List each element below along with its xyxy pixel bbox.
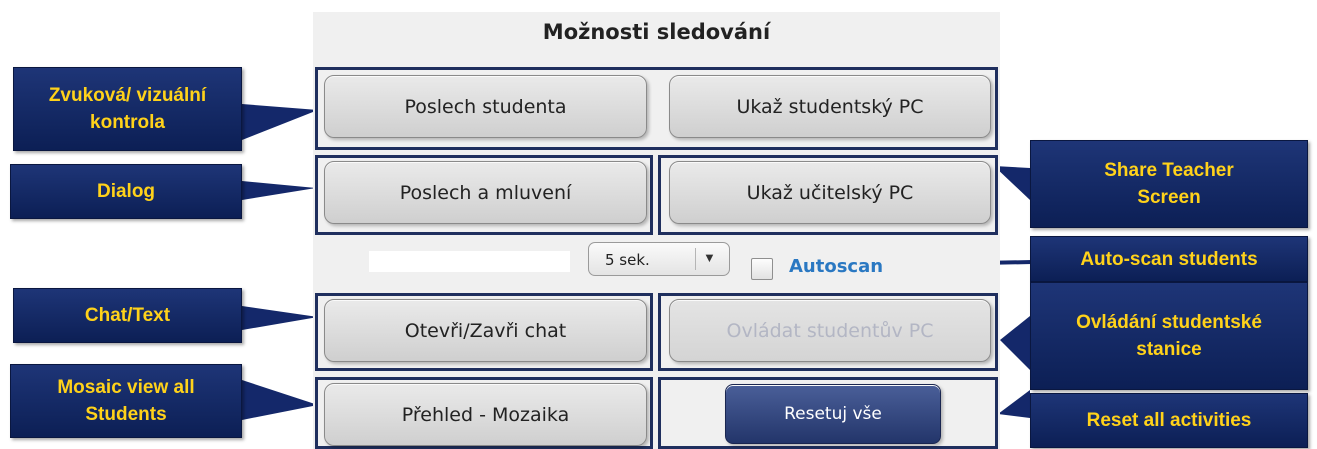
- pointer-chat-text: [242, 306, 318, 330]
- scan-interval-value: 5 sek.: [605, 251, 650, 269]
- show-student-pc-button[interactable]: Ukaž studentský PC: [669, 75, 991, 138]
- chat-toggle-button[interactable]: Otevři/Zavři chat: [324, 299, 647, 362]
- chevron-down-icon[interactable]: ▼: [703, 250, 716, 265]
- callout-mosaic: Mosaic view all Students: [10, 364, 242, 438]
- panel-title: Možnosti sledování: [542, 20, 771, 44]
- pointer-dialog: [242, 181, 316, 200]
- pointer-reset-all: [998, 390, 1030, 418]
- callout-chat-text: Chat/Text: [13, 288, 242, 343]
- scan-interval-select[interactable]: 5 sek. ▼: [588, 242, 730, 276]
- callout-reset-all: Reset all activities: [1030, 393, 1308, 448]
- mosaic-overview-button[interactable]: Přehled - Mozaika: [324, 383, 647, 446]
- callout-audio-visual: Zvuková/ vizuální kontrola: [13, 67, 242, 151]
- autoscan-checkbox[interactable]: [751, 258, 773, 280]
- callout-auto-scan: Auto-scan students: [1030, 236, 1308, 282]
- callout-share-teacher: Share Teacher Screen: [1030, 140, 1308, 228]
- select-divider: [695, 248, 696, 270]
- autoscan-label[interactable]: Autoscan: [789, 256, 883, 277]
- show-teacher-pc-button[interactable]: Ukaž učitelský PC: [669, 161, 991, 224]
- pointer-audio-visual: [242, 104, 318, 140]
- reset-all-button[interactable]: Resetuj vše: [725, 384, 941, 444]
- listen-student-button[interactable]: Poslech studenta: [324, 75, 647, 138]
- listen-speak-button[interactable]: Poslech a mluvení: [324, 161, 647, 224]
- callout-control-station: Ovládání studentské stanice: [1030, 282, 1308, 390]
- pointer-control-station: [1000, 316, 1030, 370]
- scan-status-field: [369, 251, 570, 272]
- pointer-mosaic: [242, 380, 318, 420]
- control-student-pc-button[interactable]: Ovládat studentův PC: [669, 299, 991, 362]
- callout-dialog: Dialog: [10, 164, 242, 219]
